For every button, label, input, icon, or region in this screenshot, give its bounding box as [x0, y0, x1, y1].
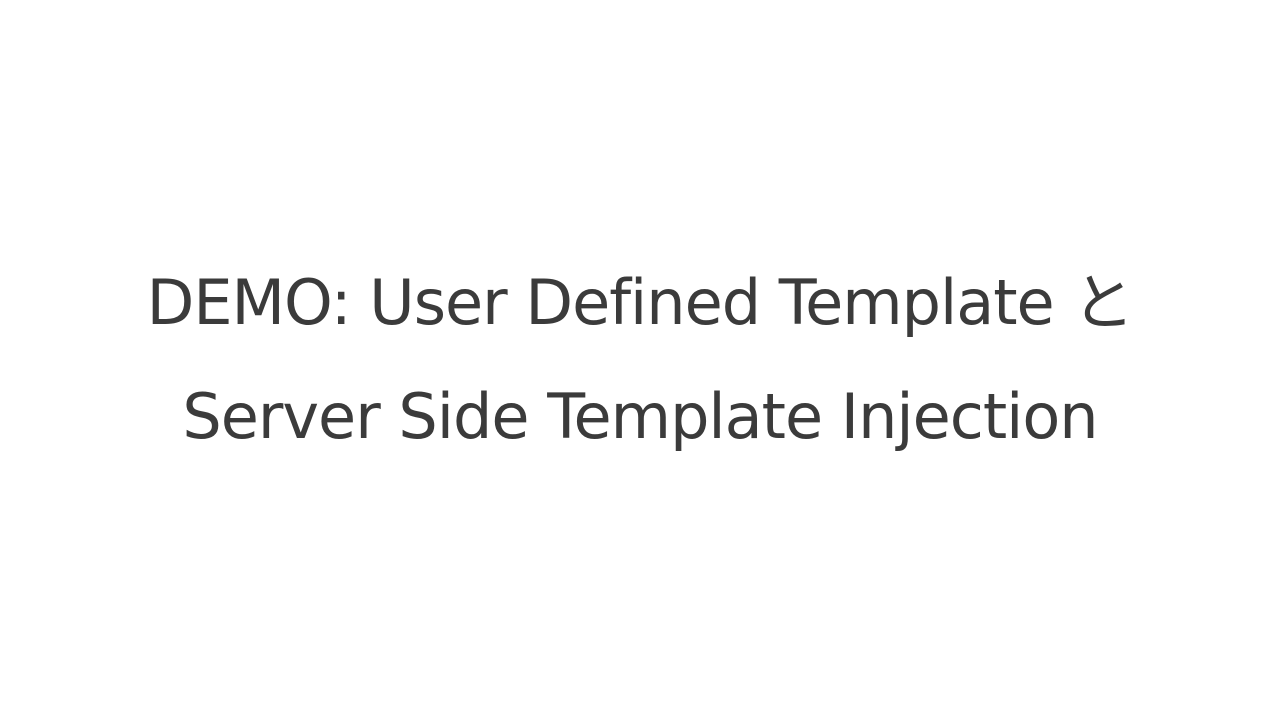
- slide-title: DEMO: User Defined Template と Server Sid…: [60, 246, 1220, 474]
- slide: DEMO: User Defined Template と Server Sid…: [0, 0, 1280, 720]
- slide-title-line-2: Server Side Template Injection: [182, 380, 1098, 453]
- slide-title-line-1: DEMO: User Defined Template と: [146, 266, 1135, 339]
